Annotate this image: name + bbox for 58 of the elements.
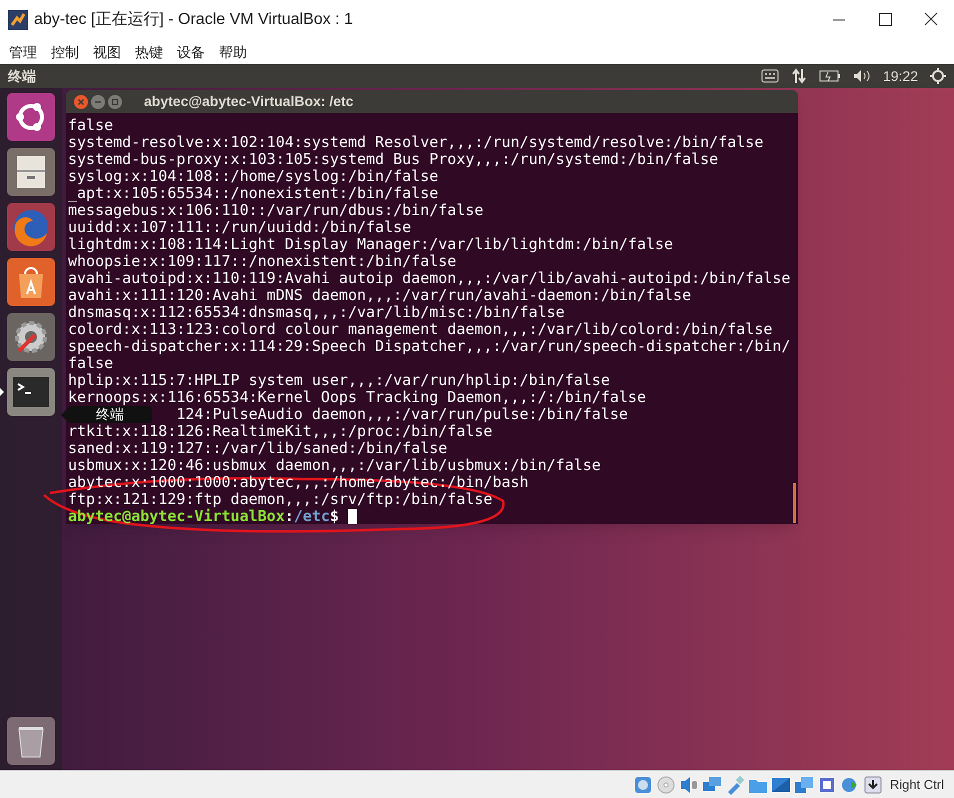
terminal-line: whoopsie:x:109:117::/nonexistent:/bin/false <box>68 252 456 270</box>
host-key-label: Right Ctrl <box>890 776 944 794</box>
terminal-line: false <box>68 116 114 134</box>
terminal-line: avahi-autoipd:x:110:119:Avahi autoip daemon,,,:/var/lib/avahi-autoipd:/bin/false <box>68 269 790 287</box>
terminal-title: abytec@abytec-VirtualBox: /etc <box>144 92 354 111</box>
menu-item[interactable]: 视图 <box>93 42 121 62</box>
menu-item[interactable]: 控制 <box>51 42 79 62</box>
terminal-line: usbmux:x:120:46:usbmux daemon,,,:/var/lib/usbmux:/bin/false <box>68 456 601 474</box>
text-cursor <box>348 509 357 524</box>
power-icon[interactable] <box>930 68 946 84</box>
terminal-line: lightdm:x:108:114:Light Display Manager:/var/lib/lightdm:/bin/false <box>68 235 674 253</box>
globe-fox-icon[interactable] <box>7 203 55 251</box>
app-logo-icon <box>8 10 28 30</box>
minimize-button[interactable] <box>91 94 105 108</box>
terminal-line: syslog:x:104:108::/home/syslog:/bin/false <box>68 167 438 185</box>
terminal-line: kernoops:x:116:65534:Kernel Oops Tracking Daemon,,,:/:/bin/false <box>68 388 646 406</box>
terminal-line: saned:x:119:127::/var/lib/saned:/bin/false <box>68 439 448 457</box>
terminal-line: messagebus:x:106:110::/var/run/dbus:/bin/false <box>68 201 484 219</box>
shopping-bag-icon[interactable] <box>7 258 55 306</box>
clock[interactable]: 19:22 <box>882 66 918 86</box>
menu-item[interactable]: 帮助 <box>219 42 247 62</box>
terminal-line: systemd-bus-proxy:x:103:105:systemd Bus Proxy,,,:/run/systemd:/bin/false <box>68 150 718 168</box>
tooltip-pointer-icon <box>61 407 69 423</box>
terminal-line: systemd-resolve:x:102:104:systemd Resolver,,,:/run/systemd/resolve:/bin/false <box>68 133 764 151</box>
windows-icon[interactable] <box>794 774 814 794</box>
optical-disc-icon[interactable] <box>656 774 676 794</box>
gear-wrench-icon[interactable] <box>7 313 55 361</box>
close-button[interactable] <box>74 94 88 108</box>
terminal-line: hplip:x:115:7:HPLIP system user,,,:/var/run/hplip:/bin/false <box>68 371 610 389</box>
menu-item[interactable]: 管理 <box>9 42 37 62</box>
terminal-line: 124:PulseAudio daemon,,,:/var/run/pulse:/bin/false <box>176 405 628 423</box>
keyboard-icon[interactable] <box>760 69 779 83</box>
terminal-line: false <box>68 354 114 372</box>
window-title: aby-tec [正在运行] - Oracle VM VirtualBox : 1 <box>34 10 353 30</box>
terminal-line: ftp:x:121:129:ftp daemon,,,:/srv/ftp:/bin/false <box>68 490 492 508</box>
file-cabinet-icon[interactable] <box>7 148 55 196</box>
app-name: 终端 <box>8 66 36 86</box>
ubuntu-logo-icon[interactable] <box>7 93 55 141</box>
terminal-line: colord:x:113:123:colord colour management daemon,,,:/var/lib/colord:/bin/false <box>68 320 772 338</box>
terminal-icon[interactable] <box>7 368 55 416</box>
scrollbar[interactable] <box>793 483 796 523</box>
terminal-line: avahi:x:111:120:Avahi mDNS daemon,,,:/var/run/avahi-daemon:/bin/false <box>68 286 692 304</box>
prompt-path: /etc <box>294 508 330 524</box>
terminal-line: uuidd:x:107:111::/run/uuidd:/bin/false <box>68 218 412 236</box>
prompt-symbol: $ <box>330 508 339 524</box>
volume-icon[interactable] <box>852 69 871 83</box>
menu-item[interactable]: 热键 <box>135 42 163 62</box>
trash-can-icon[interactable] <box>7 717 55 765</box>
terminal-line: rtkit:x:118:126:RealtimeKit,,,:/proc:/bin/false <box>68 422 492 440</box>
download-icon[interactable] <box>862 774 883 794</box>
terminal-line: _apt:x:105:65534::/nonexistent:/bin/false <box>68 184 438 202</box>
speaker-microphone-icon[interactable] <box>678 774 699 794</box>
terminal-line: speech-dispatcher:x:114:29:Speech Dispatcher,,,:/var/run/speech-dispatcher:/bin/ <box>68 337 790 355</box>
prompt-colon: : <box>284 508 294 524</box>
menu-item[interactable]: 设备 <box>177 42 205 62</box>
network-icon[interactable] <box>790 68 807 84</box>
battery-icon[interactable] <box>818 70 841 82</box>
terminal-line: dnsmasq:x:112:65534:dnsmasq,,,:/var/lib/misc:/bin/false <box>68 303 565 321</box>
